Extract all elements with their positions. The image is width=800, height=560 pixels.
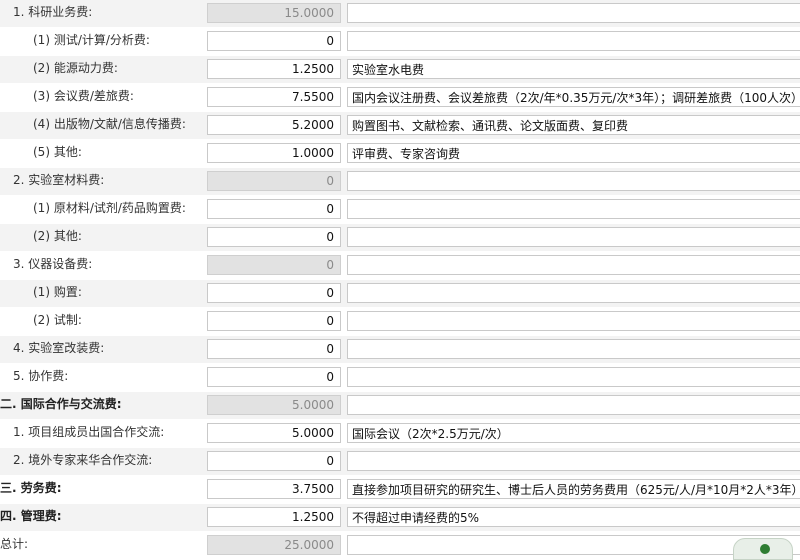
description-field[interactable]	[347, 227, 800, 247]
amount-field[interactable]	[207, 311, 341, 331]
amount-field	[207, 3, 341, 23]
budget-row-research: 1. 科研业务费:	[0, 0, 800, 28]
description-field[interactable]	[347, 395, 800, 415]
floating-widget[interactable]	[733, 538, 793, 560]
row-label: 2. 实验室材料费:	[13, 173, 105, 187]
budget-row-other: (5) 其他:	[0, 140, 800, 168]
row-label: 三. 劳务费:	[0, 481, 62, 495]
description-field[interactable]	[347, 143, 800, 163]
budget-row-materials-other: (2) 其他:	[0, 224, 800, 252]
budget-row-management: 四. 管理费:	[0, 504, 800, 532]
budget-row-publication: (4) 出版物/文献/信息传播费:	[0, 112, 800, 140]
description-field[interactable]	[347, 31, 800, 51]
amount-field[interactable]	[207, 31, 341, 51]
description-field[interactable]	[347, 3, 800, 23]
budget-row-raw-materials: (1) 原材料/试剂/药品购置费:	[0, 196, 800, 224]
description-field[interactable]	[347, 339, 800, 359]
description-field[interactable]	[347, 59, 800, 79]
amount-field[interactable]	[207, 367, 341, 387]
budget-row-international: 二. 国际合作与交流费:	[0, 392, 800, 420]
row-label: 二. 国际合作与交流费:	[0, 397, 122, 411]
description-field[interactable]	[347, 199, 800, 219]
row-label: 四. 管理费:	[0, 509, 62, 523]
description-field[interactable]	[347, 255, 800, 275]
amount-field[interactable]	[207, 479, 341, 499]
row-label: (5) 其他:	[33, 145, 82, 159]
amount-field	[207, 255, 341, 275]
row-label: 5. 协作费:	[13, 369, 69, 383]
budget-row-inbound-exchange: 2. 境外专家来华合作交流:	[0, 448, 800, 476]
budget-row-labor: 三. 劳务费:	[0, 476, 800, 504]
row-label: 2. 境外专家来华合作交流:	[13, 453, 153, 467]
amount-field[interactable]	[207, 339, 341, 359]
row-label: 4. 实验室改装费:	[13, 341, 105, 355]
row-label: 3. 仪器设备费:	[13, 257, 93, 271]
amount-field[interactable]	[207, 283, 341, 303]
description-field[interactable]	[347, 115, 800, 135]
amount-field[interactable]	[207, 423, 341, 443]
amount-field[interactable]	[207, 507, 341, 527]
row-label: (2) 其他:	[33, 229, 82, 243]
amount-field[interactable]	[207, 199, 341, 219]
budget-row-lab-materials: 2. 实验室材料费:	[0, 168, 800, 196]
description-field[interactable]	[347, 507, 800, 527]
amount-field[interactable]	[207, 451, 341, 471]
row-label: (3) 会议费/差旅费:	[33, 89, 134, 103]
budget-row-testing: (1) 测试/计算/分析费:	[0, 28, 800, 56]
budget-row-total: 总计:	[0, 532, 800, 560]
amount-field	[207, 535, 341, 555]
amount-field[interactable]	[207, 115, 341, 135]
budget-row-equipment: 3. 仪器设备费:	[0, 252, 800, 280]
row-label: (1) 原材料/试剂/药品购置费:	[33, 201, 186, 215]
description-field[interactable]	[347, 423, 800, 443]
row-label: (2) 试制:	[33, 313, 82, 327]
description-field[interactable]	[347, 311, 800, 331]
amount-field[interactable]	[207, 87, 341, 107]
budget-row-lab-renovation: 4. 实验室改装费:	[0, 336, 800, 364]
amount-field[interactable]	[207, 227, 341, 247]
amount-field[interactable]	[207, 143, 341, 163]
description-field[interactable]	[347, 171, 800, 191]
description-field[interactable]	[347, 479, 800, 499]
row-label: 1. 科研业务费:	[13, 5, 93, 19]
budget-row-collaboration: 5. 协作费:	[0, 364, 800, 392]
description-field[interactable]	[347, 283, 800, 303]
row-label: (1) 购置:	[33, 285, 82, 299]
amount-field	[207, 171, 341, 191]
budget-row-outbound-exchange: 1. 项目组成员出国合作交流:	[0, 420, 800, 448]
description-field[interactable]	[347, 367, 800, 387]
row-label: (1) 测试/计算/分析费:	[33, 33, 150, 47]
row-label: (4) 出版物/文献/信息传播费:	[33, 117, 186, 131]
budget-row-prototype: (2) 试制:	[0, 308, 800, 336]
amount-field[interactable]	[207, 59, 341, 79]
description-field[interactable]	[347, 87, 800, 107]
row-label: (2) 能源动力费:	[33, 61, 118, 75]
row-label: 1. 项目组成员出国合作交流:	[13, 425, 165, 439]
row-label: 总计:	[0, 537, 29, 551]
budget-row-purchase: (1) 购置:	[0, 280, 800, 308]
budget-row-conference: (3) 会议费/差旅费:	[0, 84, 800, 112]
description-field[interactable]	[347, 451, 800, 471]
status-icon	[760, 544, 770, 554]
amount-field	[207, 395, 341, 415]
budget-row-energy: (2) 能源动力费:	[0, 56, 800, 84]
